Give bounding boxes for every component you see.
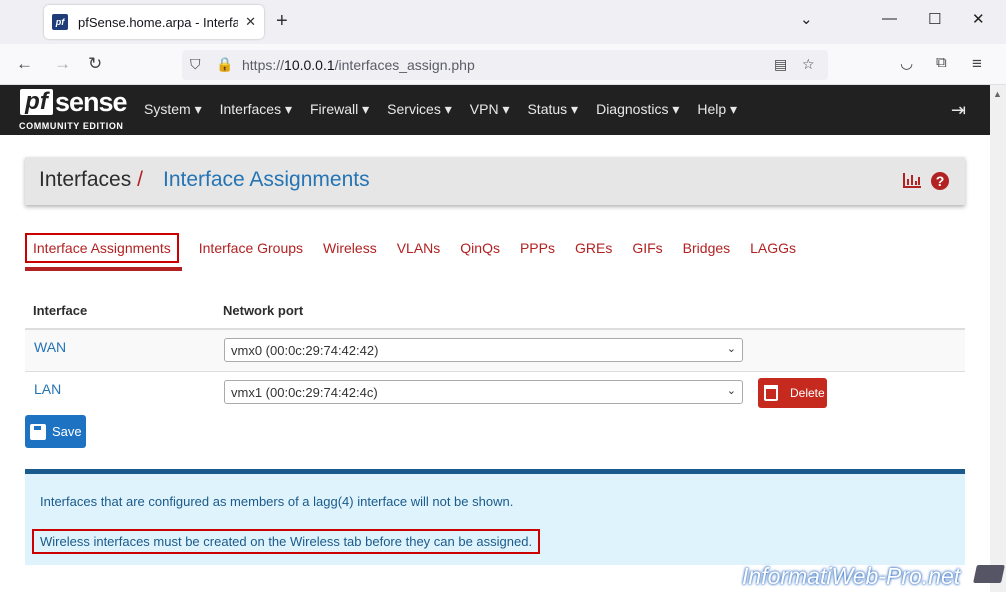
menu-firewall[interactable]: Firewall ▾	[310, 101, 369, 118]
back-arrow-icon[interactable]: ←	[16, 54, 33, 74]
info-lagg-note: Interfaces that are configured as member…	[40, 494, 514, 509]
pocket-icon[interactable]: ◡	[900, 54, 913, 72]
breadcrumb: Interfaces / Interface Assignments ?	[25, 157, 965, 205]
minimize-icon[interactable]: —	[882, 10, 897, 27]
delete-lan-button[interactable]: Delete	[758, 378, 827, 408]
chevron-down-icon: ⌄	[726, 343, 736, 355]
interface-link-wan[interactable]: WAN	[34, 339, 66, 355]
lock-icon[interactable]: 🔒	[216, 56, 233, 73]
chevron-down-icon: ⌄	[726, 385, 736, 397]
tab-ppps[interactable]: PPPs	[520, 233, 555, 263]
breadcrumb-current[interactable]: Interface Assignments	[163, 168, 370, 192]
interface-link-lan[interactable]: LAN	[34, 381, 61, 397]
forward-arrow-icon[interactable]: →	[54, 54, 71, 74]
save-label: Save	[52, 424, 82, 439]
menu-diagnostics[interactable]: Diagnostics ▾	[596, 101, 679, 118]
maximize-icon[interactable]: ☐	[928, 10, 941, 28]
tab-vlans[interactable]: VLANs	[397, 233, 441, 263]
breadcrumb-parent: Interfaces /	[39, 168, 143, 191]
reload-icon[interactable]: ↻	[88, 54, 102, 74]
browser-tab-title: pfSense.home.arpa - Interfaces	[78, 14, 238, 30]
help-icon[interactable]: ?	[931, 172, 949, 190]
new-tab-icon[interactable]: +	[276, 10, 288, 33]
close-window-icon[interactable]: ✕	[972, 10, 985, 28]
delete-label: Delete	[790, 386, 825, 400]
info-wireless-note: Wireless interfaces must be created on t…	[32, 529, 541, 554]
logo-pf[interactable]: pf	[20, 89, 53, 115]
pfsense-favicon-icon: pf	[52, 14, 68, 30]
network-port-value: vmx1 (00:0c:29:74:42:4c)	[231, 385, 378, 400]
logo-edition: COMMUNITY EDITION	[19, 121, 124, 131]
reader-view-icon[interactable]: ▤	[774, 56, 787, 73]
pfsense-navbar: pf sense COMMUNITY EDITION System ▾ Inte…	[0, 85, 990, 135]
menu-system[interactable]: System ▾	[144, 101, 202, 118]
scroll-up-icon[interactable]: ▲	[993, 89, 1002, 99]
tab-laggs[interactable]: LAGGs	[750, 233, 796, 263]
tab-wireless[interactable]: Wireless	[323, 233, 377, 263]
url-text[interactable]: https://10.0.0.1/interfaces_assign.php	[242, 57, 475, 73]
laptop-icon	[973, 565, 1005, 583]
browser-tab-bar: pf pfSense.home.arpa - Interfaces ✕ + ⌄ …	[0, 0, 1006, 44]
header-interface: Interface	[33, 303, 88, 318]
tab-gifs[interactable]: GIFs	[632, 233, 662, 263]
watermark: InformatiWeb-Pro.net	[742, 563, 961, 589]
tab-interface-groups[interactable]: Interface Groups	[199, 233, 303, 263]
save-button[interactable]: Save	[25, 415, 86, 448]
close-tab-icon[interactable]: ✕	[245, 14, 256, 30]
menu-interfaces[interactable]: Interfaces ▾	[220, 101, 292, 118]
tab-gres[interactable]: GREs	[575, 233, 612, 263]
main-menu: System ▾ Interfaces ▾ Firewall ▾ Service…	[144, 101, 755, 118]
info-alert: Interfaces that are configured as member…	[25, 469, 965, 565]
tab-bridges[interactable]: Bridges	[683, 233, 730, 263]
network-port-select-lan[interactable]: vmx1 (00:0c:29:74:42:4c) ⌄	[224, 380, 743, 404]
interface-tabs: Interface Assignments Interface Groups W…	[25, 233, 816, 263]
table-row: LAN vmx1 (00:0c:29:74:42:4c) ⌄ Delete	[25, 372, 965, 414]
network-port-select-wan[interactable]: vmx0 (00:0c:29:74:42:42) ⌄	[224, 338, 743, 362]
url-bar[interactable]: ⛉ 🔒 https://10.0.0.1/interfaces_assign.p…	[182, 50, 828, 80]
tab-qinqs[interactable]: QinQs	[460, 233, 500, 263]
browser-tab[interactable]: pf pfSense.home.arpa - Interfaces ✕	[44, 5, 264, 39]
status-chart-icon[interactable]	[903, 173, 921, 188]
page-scrollbar[interactable]: ▲	[990, 85, 1006, 592]
bookmark-star-icon[interactable]: ☆	[802, 56, 815, 73]
menu-help[interactable]: Help ▾	[697, 101, 737, 118]
shield-icon[interactable]: ⛉	[190, 56, 201, 73]
extensions-icon[interactable]: ⧉	[936, 54, 947, 71]
floppy-disk-icon	[30, 423, 46, 440]
trash-icon	[764, 385, 778, 401]
menu-status[interactable]: Status ▾	[527, 101, 578, 118]
logo-sense[interactable]: sense	[55, 87, 128, 118]
logout-icon[interactable]: ⇥	[951, 100, 966, 121]
menu-services[interactable]: Services ▾	[387, 101, 452, 118]
network-port-value: vmx0 (00:0c:29:74:42:42)	[231, 343, 379, 358]
main-content: Interfaces / Interface Assignments ? Int…	[0, 135, 1005, 592]
app-menu-icon[interactable]: ≡	[972, 54, 982, 74]
active-tab-underline	[25, 267, 182, 271]
browser-nav-bar: ← → ↻ ⛉ 🔒 https://10.0.0.1/interfaces_as…	[0, 44, 1006, 85]
tab-list-chevron-icon[interactable]: ⌄	[800, 10, 813, 28]
table-row: WAN vmx0 (00:0c:29:74:42:42) ⌄	[25, 330, 965, 372]
menu-vpn[interactable]: VPN ▾	[470, 101, 510, 118]
tab-interface-assignments[interactable]: Interface Assignments	[25, 233, 179, 263]
header-network-port: Network port	[223, 303, 304, 318]
